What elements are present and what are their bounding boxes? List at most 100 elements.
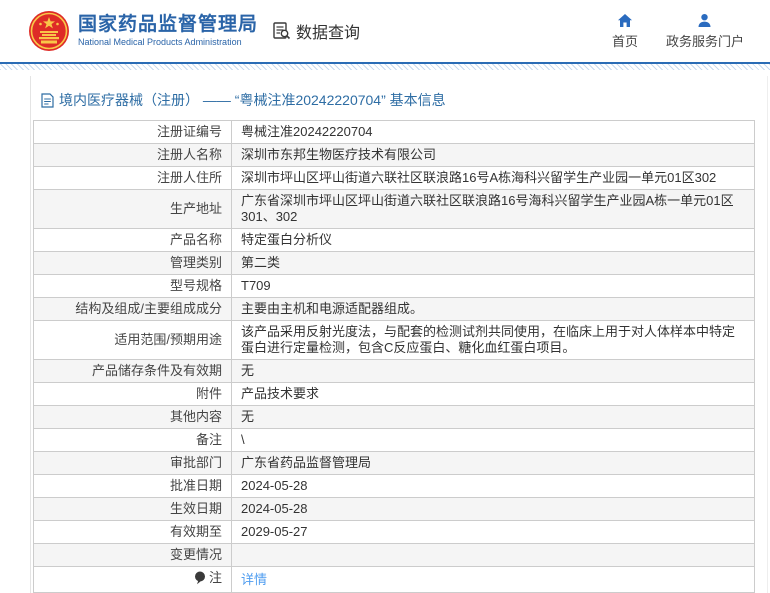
table-row: 备注 \	[33, 428, 755, 452]
row-label: 生产地址	[33, 189, 232, 229]
row-label-text: 批准日期	[169, 478, 222, 493]
breadcrumb-text: 境内医疗器械（注册） —— “粤械注准20242220704” 基本信息	[59, 92, 446, 108]
row-label: 审批部门	[33, 451, 232, 475]
row-label: 生效日期	[33, 497, 232, 521]
nav-item-label: 首页	[611, 33, 638, 49]
row-value: 产品技术要求	[231, 382, 755, 406]
nav-item-label: 政务服务门户	[665, 33, 744, 49]
row-value: \	[231, 428, 755, 452]
note-balloon-icon	[194, 571, 205, 585]
row-value: 深圳市坪山区坪山街道六联社区联浪路16号A栋海科兴留学生产业园一单元01区302	[231, 166, 755, 190]
table-row: 管理类别 第二类	[33, 251, 755, 275]
row-value: 详情	[231, 566, 755, 593]
data-query-tab[interactable]: 数据查询	[272, 19, 360, 43]
row-label-text: 注册证编号	[156, 124, 222, 139]
row-label-text: 产品名称	[169, 232, 222, 247]
row-label: 产品储存条件及有效期	[33, 359, 232, 383]
breadcrumb: 境内医疗器械（注册） —— “粤械注准20242220704” 基本信息	[31, 86, 767, 120]
row-label: 适用范围/预期用途	[33, 320, 232, 360]
row-value: 第二类	[231, 251, 755, 275]
row-label: 其他内容	[33, 405, 232, 429]
table-row: 产品名称 特定蛋白分析仪	[33, 228, 755, 252]
table-row: 注册人名称 深圳市东邦生物医疗技术有限公司	[33, 143, 755, 167]
table-row: 适用范围/预期用途 该产品采用反射光度法，与配套的检测试剂共同使用，在临床上用于对…	[33, 320, 755, 360]
row-value	[231, 543, 755, 567]
row-label-text: 注	[208, 570, 222, 585]
row-label-text: 审批部门	[169, 455, 222, 470]
agency-name-en: National Medical Products Administration	[78, 36, 242, 47]
note-details-link[interactable]: 详情	[241, 572, 267, 587]
row-label-text: 生产地址	[169, 201, 222, 216]
row-value: 广东省药品监督管理局	[231, 451, 755, 475]
agency-name: 国家药品监督管理局	[78, 13, 259, 35]
table-row: 型号规格 T709	[33, 274, 755, 298]
document-search-icon	[273, 22, 291, 40]
table-row: 结构及组成/主要组成成分 主要由主机和电源适配器组成。	[33, 297, 755, 321]
row-label-text: 适用范围/预期用途	[114, 332, 222, 347]
table-row: 注册人住所 深圳市坪山区坪山街道六联社区联浪路16号A栋海科兴留学生产业园一单元0…	[33, 166, 755, 190]
row-label: 注册人住所	[33, 166, 232, 190]
data-query-label: 数据查询	[296, 25, 361, 42]
table-row: 变更情况	[33, 543, 755, 567]
national-emblem-icon	[29, 11, 69, 51]
row-label-text: 产品储存条件及有效期	[91, 363, 222, 378]
row-value: 粤械注准20242220704	[231, 120, 755, 144]
info-table-body: 注册证编号 粤械注准20242220704 注册人名称 深圳市东邦生物医疗技术有限公司…	[33, 120, 755, 593]
row-label: 管理类别	[33, 251, 232, 275]
header-divider-hatch	[0, 64, 770, 70]
row-label-text: 结构及组成/主要组成成分	[75, 301, 222, 316]
row-value: 深圳市东邦生物医疗技术有限公司	[231, 143, 755, 167]
row-label: 备注	[33, 428, 232, 452]
table-row: 生产地址 广东省深圳市坪山区坪山街道六联社区联浪路16号海科兴留学生产业园A栋一单…	[33, 189, 755, 229]
table-row: 产品储存条件及有效期无	[33, 359, 755, 383]
row-value: 2029-05-27	[231, 520, 755, 544]
row-value: 特定蛋白分析仪	[231, 228, 755, 252]
row-label-text: 注册人名称	[156, 147, 222, 162]
row-label-text: 管理类别	[169, 255, 222, 270]
row-label: 有效期至	[33, 520, 232, 544]
document-icon	[41, 92, 54, 108]
row-value: 2024-05-28	[231, 497, 755, 521]
table-row: 附件 产品技术要求	[33, 382, 755, 406]
row-label: 产品名称	[33, 228, 232, 252]
row-label-text: 有效期至	[169, 524, 222, 539]
row-label: 注册证编号	[33, 120, 232, 144]
table-row: 注册证编号 粤械注准20242220704	[33, 120, 755, 144]
row-label-text: 备注	[195, 432, 222, 447]
nav-item-gov-portal[interactable]: 政务服务门户	[666, 13, 744, 50]
site-header: 国家药品监督管理局 National Medical Products Admi…	[0, 0, 770, 62]
row-label: 结构及组成/主要组成成分	[33, 297, 232, 321]
row-label-text: 变更情况	[169, 547, 222, 562]
header-nav: 首页 政务服务门户	[612, 13, 744, 50]
person-icon	[698, 13, 711, 27]
table-row: 生效日期 2024-05-28	[33, 497, 755, 521]
row-label: 注册人名称	[33, 143, 232, 167]
row-label-text: 附件	[195, 386, 222, 401]
row-label-text: 其他内容	[169, 409, 222, 424]
table-row: 有效期至 2029-05-27	[33, 520, 755, 544]
row-label-text: 注册人住所	[156, 170, 222, 185]
nav-item-home[interactable]: 首页	[612, 13, 638, 50]
row-value: 广东省深圳市坪山区坪山街道六联社区联浪路16号海科兴留学生产业园A栋一单元01区…	[231, 189, 755, 229]
table-row: 注 详情	[33, 566, 755, 593]
row-label: 批准日期	[33, 474, 232, 498]
table-row: 审批部门 广东省药品监督管理局	[33, 451, 755, 475]
row-label: 型号规格	[33, 274, 232, 298]
agency-logo: 国家药品监督管理局 National Medical Products Admi…	[28, 9, 258, 53]
content-frame: 境内医疗器械（注册） —— “粤械注准20242220704” 基本信息 注册证…	[30, 76, 768, 593]
row-label: 附件	[33, 382, 232, 406]
home-icon	[617, 13, 632, 27]
row-label: 变更情况	[33, 543, 232, 567]
row-label: 注	[33, 566, 232, 593]
row-label-text: 型号规格	[169, 278, 222, 293]
registration-info-table: 注册证编号 粤械注准20242220704 注册人名称 深圳市东邦生物医疗技术有限公司…	[33, 120, 755, 593]
row-value: T709	[231, 274, 755, 298]
row-value: 该产品采用反射光度法，与配套的检测试剂共同使用，在临床上用于对人体样本中特定蛋白…	[231, 320, 755, 360]
row-label-text: 生效日期	[169, 501, 222, 516]
row-value: 主要由主机和电源适配器组成。	[231, 297, 755, 321]
row-value: 无	[231, 359, 755, 383]
table-row: 其他内容无	[33, 405, 755, 429]
table-row: 批准日期 2024-05-28	[33, 474, 755, 498]
row-value: 无	[231, 405, 755, 429]
row-value: 2024-05-28	[231, 474, 755, 498]
